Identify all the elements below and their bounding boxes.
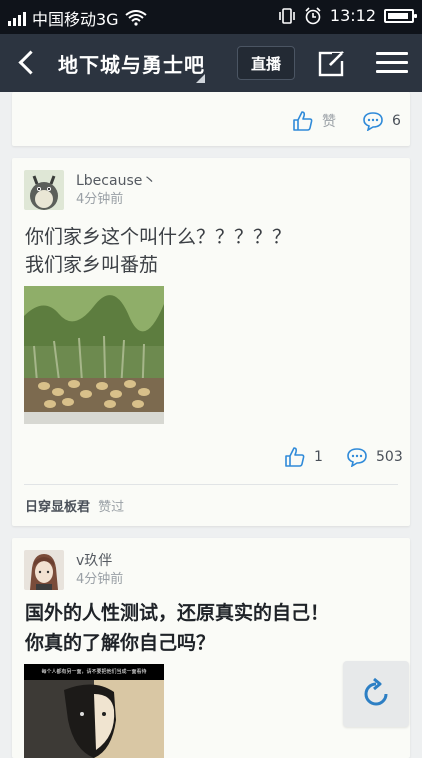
totoro-avatar-icon (24, 170, 64, 210)
liker-suffix: 赞过 (98, 500, 125, 515)
like-count: 1 (314, 449, 323, 465)
refresh-icon (364, 677, 388, 706)
carrier-label: 中国移动3G (32, 10, 119, 29)
comment-count: 6 (392, 113, 401, 129)
image-caption: 每个人都有另一面，请不要把他们当成一面看待 (24, 664, 164, 680)
status-bar: 中国移动3G 13:12 (0, 0, 422, 34)
menu-icon[interactable] (376, 50, 408, 76)
back-button[interactable] (16, 50, 38, 76)
wifi-icon (124, 10, 147, 26)
thumbs-up-icon (293, 111, 313, 131)
like-action[interactable]: 赞 (292, 110, 336, 132)
refresh-button[interactable] (343, 661, 409, 727)
signal-icon (8, 10, 26, 26)
peanut-plant-image (24, 286, 164, 424)
comment-action[interactable]: 6 (362, 111, 401, 131)
top-nav-bar: 地下城与勇士吧 直播 (0, 34, 422, 92)
anime-avatar-icon (24, 550, 64, 590)
post-time: 4分钟前 (76, 192, 124, 207)
like-label: 赞 (322, 114, 336, 130)
post-card[interactable]: Lbecause丶 4分钟前 你们家乡这个叫什么？？？？？ 我们家乡叫番茄 1 (12, 158, 410, 526)
post-title: 你们家乡这个叫什么？？？？？ (25, 226, 292, 248)
divider (24, 484, 398, 485)
post-card[interactable]: 赞 6 (12, 92, 410, 146)
post-image[interactable] (24, 286, 164, 424)
comment-action[interactable]: 503 (346, 447, 403, 467)
vibrate-icon (279, 7, 295, 24)
post-body: 你真的了解你自己吗？ (25, 632, 216, 654)
post-image[interactable]: 每个人都有另一面，请不要把他们当成一面看待 (24, 664, 164, 758)
post-body: 我们家乡叫番茄 (25, 254, 159, 276)
avatar[interactable] (24, 550, 64, 590)
post-time: 4分钟前 (76, 572, 124, 587)
edit-post-icon[interactable] (318, 49, 346, 77)
liked-by: 日穿显板君 赞过 (25, 496, 124, 515)
comment-count: 503 (376, 449, 403, 465)
alarm-icon (305, 6, 321, 24)
username[interactable]: Lbecause丶 (76, 170, 156, 190)
avatar[interactable] (24, 170, 64, 210)
live-button[interactable]: 直播 (237, 46, 295, 80)
forum-title[interactable]: 地下城与勇士吧 (58, 49, 205, 78)
battery-icon (384, 8, 417, 23)
split-face-image (24, 680, 164, 758)
thumbs-up-icon (285, 447, 305, 467)
username[interactable]: v玖伴 (76, 550, 112, 570)
dropdown-indicator-icon (196, 74, 205, 83)
clock: 13:12 (329, 6, 376, 25)
liker-name[interactable]: 日穿显板君 (25, 500, 90, 515)
comment-bubble-icon (363, 112, 383, 131)
comment-bubble-icon (347, 448, 367, 467)
like-action[interactable]: 1 (284, 446, 323, 468)
post-title: 国外的人性测试，还原真实的自己！ (25, 602, 330, 624)
